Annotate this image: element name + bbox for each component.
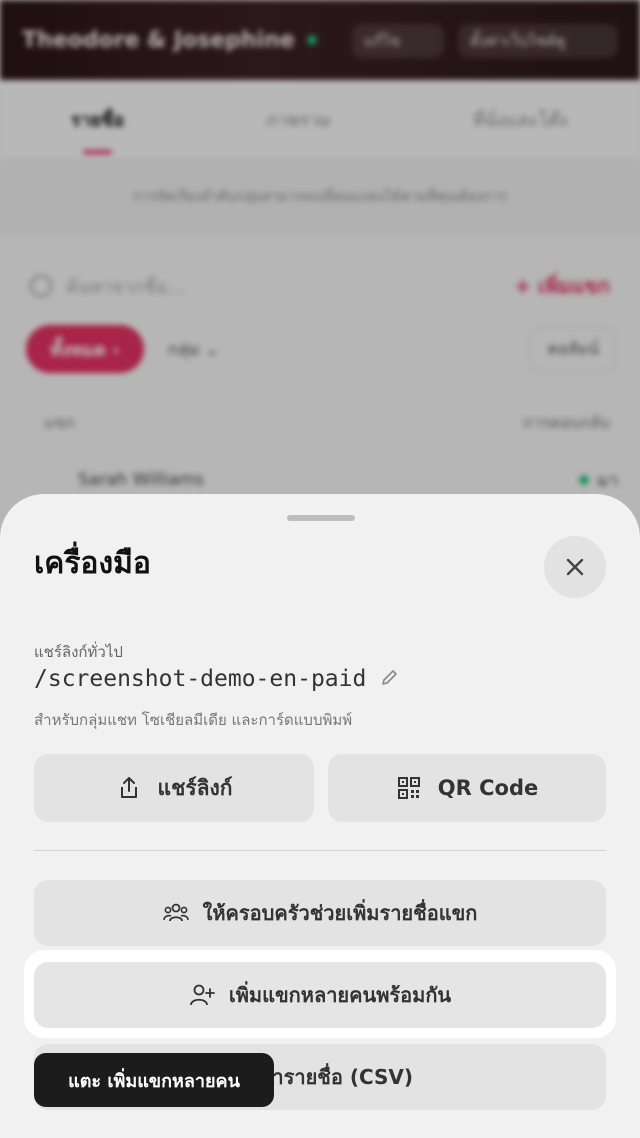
tutorial-tooltip: แตะ เพิ่มแขกหลายคน bbox=[34, 1053, 274, 1107]
qr-code-label: QR Code bbox=[437, 776, 539, 800]
share-link-label: แชร์ลิงก์ทั่วไป bbox=[34, 643, 123, 661]
tooltip-text: แตะ เพิ่มแขกหลายคน bbox=[68, 1070, 240, 1092]
bulk-add-guests-label: เพิ่มแขกหลายคนพร้อมกัน bbox=[228, 983, 452, 1007]
share-link-button[interactable]: แชร์ลิงก์ bbox=[34, 754, 314, 822]
link-slug-text: /screenshot-demo-en-paid bbox=[34, 666, 367, 692]
sheet-title: เครื่องมือ bbox=[34, 546, 151, 581]
add-person-icon bbox=[189, 982, 215, 1008]
family-add-guests-button[interactable]: ให้ครอบครัวช่วยเพิ่มรายชื่อแขก bbox=[34, 880, 606, 946]
share-link-label-text: แชร์ลิงก์ bbox=[157, 775, 233, 800]
close-icon bbox=[566, 558, 584, 576]
qr-code-button[interactable]: QR Code bbox=[328, 754, 606, 822]
share-link-slug: /screenshot-demo-en-paid bbox=[34, 666, 400, 692]
bulk-add-guests-button[interactable]: เพิ่มแขกหลายคนพร้อมกัน bbox=[34, 962, 606, 1028]
close-button[interactable] bbox=[544, 536, 606, 598]
share-icon bbox=[116, 775, 142, 801]
tools-bottom-sheet: เครื่องมือ แชร์ลิงก์ทั่วไป /screenshot-d… bbox=[0, 494, 640, 1138]
family-add-guests-label: ให้ครอบครัวช่วยเพิ่มรายชื่อแขก bbox=[202, 901, 478, 925]
share-link-description: สำหรับกลุ่มแชท โซเชียลมีเดีย และการ์ดแบบ… bbox=[34, 711, 353, 729]
sheet-drag-handle[interactable] bbox=[287, 515, 355, 521]
qr-code-icon bbox=[396, 775, 422, 801]
divider bbox=[34, 850, 606, 851]
pencil-icon bbox=[382, 669, 398, 685]
family-group-icon bbox=[162, 900, 189, 926]
edit-link-pencil-icon[interactable] bbox=[380, 667, 400, 692]
